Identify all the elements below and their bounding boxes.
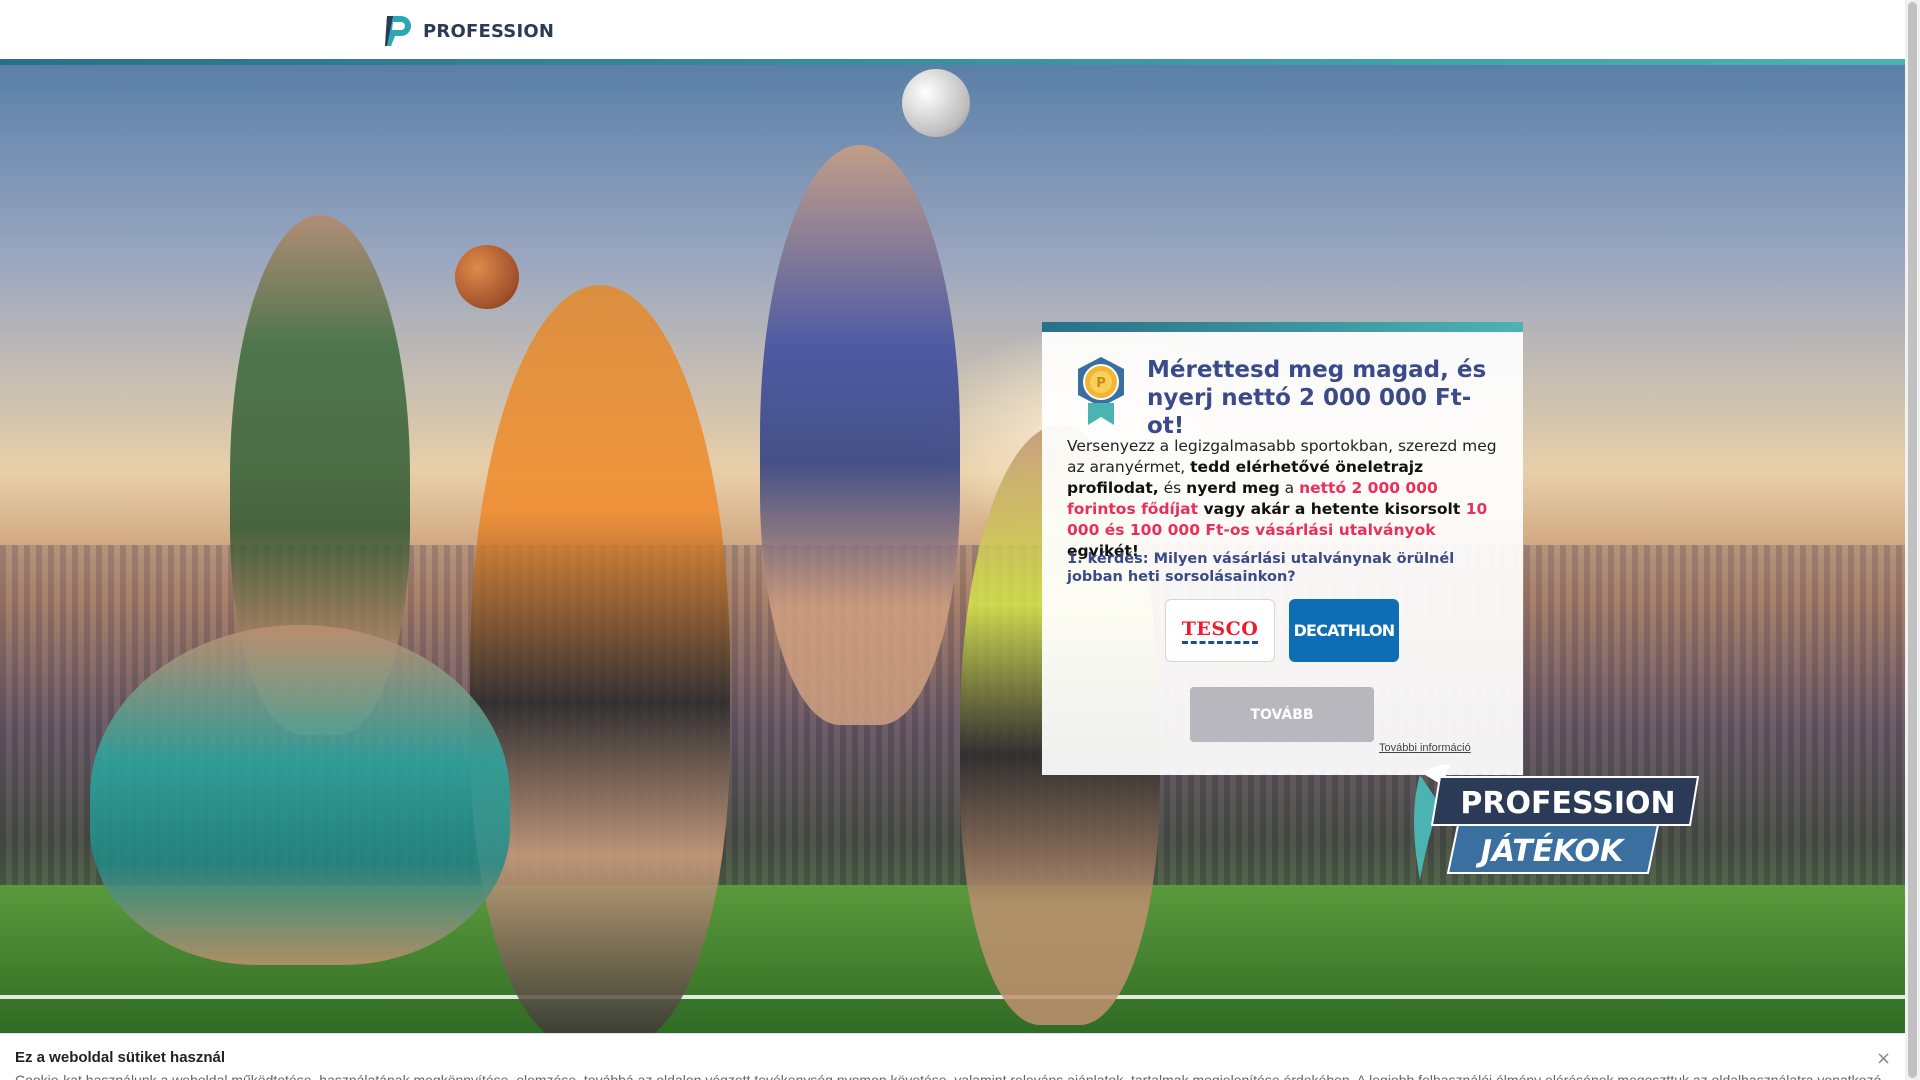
body-bold: vagy akár a hetente kisorsolt [1198,500,1466,518]
scrollbar-thumb[interactable] [1908,2,1917,1078]
profession-p-icon [385,16,411,46]
option-decathlon[interactable]: DECATHLON [1289,599,1399,662]
cookie-text: Cookie-kat használunk a weboldal működte… [15,1072,1882,1080]
svg-text:P: P [1096,376,1106,391]
games-logo-line2: JÁTÉKOK [1476,833,1626,869]
body-text: a [1279,479,1300,497]
profession-jatekok-logo: PROFESSION JÁTÉKOK [1414,764,1700,880]
profession-logo[interactable]: PROFESSION [383,14,554,48]
decathlon-logo: DECATHLON [1293,621,1396,640]
runner [90,625,510,965]
option-tesco[interactable]: TESCO [1165,599,1275,662]
games-logo-line1: PROFESSION [1460,786,1675,821]
hero-background [0,65,1905,1033]
tesco-logo: TESCO [1181,618,1259,644]
body-bold: nyerd meg [1186,479,1280,497]
cookie-title: Ez a weboldal sütiket használ [15,1049,226,1066]
quiz-question: 1. kérdés: Milyen vásárlási utalványnak … [1067,551,1455,585]
next-button[interactable]: TOVÁBB [1190,687,1374,742]
medal-icon: P [1078,357,1124,425]
cookie-banner: Ez a weboldal sütiket használ Cookie-kat… [0,1033,1905,1080]
quiz-card: P Mérettesd meg magad, és nyerj nettó 2 … [1042,322,1523,775]
volleyball-player [760,145,960,725]
more-info-link[interactable]: További információ [1379,742,1471,754]
card-accent-bar [1042,322,1523,332]
page-scrollbar[interactable] [1905,0,1920,1080]
volleyball [902,69,970,137]
close-icon[interactable]: × [1876,1048,1891,1069]
field-line [0,995,1905,999]
body-text: és [1158,479,1187,497]
card-title: Mérettesd meg magad, és nyerj nettó 2 00… [1147,357,1487,439]
logo-text: PROFESSION [423,20,555,42]
cyclist [470,285,730,1033]
card-description: Versenyezz a legizgalmasabb sportokban, … [1067,436,1507,562]
basketball [455,245,519,309]
site-header: PROFESSION [0,0,1905,59]
